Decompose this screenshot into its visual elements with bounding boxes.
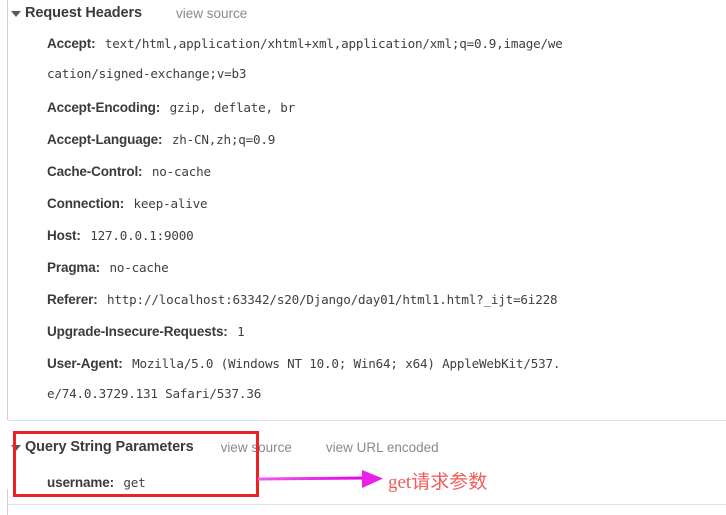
header-value: text/html,application/xhtml+xml,applicat…: [104, 36, 563, 51]
header-row-connection: Connection: keep-alive: [47, 196, 208, 212]
view-source-link-query-string[interactable]: view source: [221, 440, 292, 455]
header-name: Cache-Control:: [47, 164, 143, 179]
section-divider-bottom: [8, 504, 726, 505]
chevron-down-icon[interactable]: [11, 11, 21, 17]
header-value: keep-alive: [133, 196, 208, 211]
header-name: Connection:: [47, 196, 125, 211]
view-source-link-request-headers[interactable]: view source: [176, 6, 247, 21]
header-value: no-cache: [109, 260, 169, 275]
header-value: http://localhost:63342/s20/Django/day01/…: [107, 292, 558, 307]
header-row-cache-control: Cache-Control: no-cache: [47, 164, 211, 180]
header-name: Accept:: [47, 36, 96, 51]
header-row-user-agent: User-Agent: Mozilla/5.0 (Windows NT 10.0…: [47, 356, 560, 372]
header-name: Host:: [47, 228, 81, 243]
header-name: Accept-Encoding:: [47, 100, 161, 115]
header-value: 1: [237, 324, 245, 339]
section-header-query-string-parameters[interactable]: Query String Parameters view source view…: [0, 434, 439, 460]
header-value: zh-CN,zh;q=0.9: [171, 132, 276, 147]
chevron-down-icon[interactable]: [11, 445, 21, 451]
header-value: Mozilla/5.0 (Windows NT 10.0; Win64; x64…: [132, 356, 561, 371]
section-title-query-string-parameters: Query String Parameters: [25, 439, 194, 455]
indent-guide-lower: [7, 489, 8, 515]
section-header-request-headers[interactable]: Request Headers view source: [0, 0, 247, 26]
query-param-row-username: username: get: [47, 475, 146, 491]
header-row-accept-language: Accept-Language: zh-CN,zh;q=0.9: [47, 132, 275, 148]
section-divider-top: [8, 420, 726, 421]
indent-guide-upper: [7, 0, 8, 420]
section-title-request-headers: Request Headers: [25, 5, 142, 21]
network-request-headers-panel: Request Headers view source Accept: text…: [0, 0, 726, 515]
view-url-encoded-link[interactable]: view URL encoded: [326, 440, 439, 455]
query-param-name: username:: [47, 475, 114, 490]
header-row-host: Host: 127.0.0.1:9000: [47, 228, 194, 244]
header-value-continuation-accept: cation/signed-exchange;v=b3: [47, 66, 247, 81]
header-row-referer: Referer: http://localhost:63342/s20/Djan…: [47, 292, 558, 308]
header-name: User-Agent:: [47, 356, 123, 371]
header-row-accept: Accept: text/html,application/xhtml+xml,…: [47, 36, 563, 52]
header-value: no-cache: [151, 164, 211, 179]
header-value: 127.0.0.1:9000: [90, 228, 194, 243]
header-value-continuation-user-agent: e/74.0.3729.131 Safari/537.36: [47, 386, 262, 401]
query-param-value: get: [123, 475, 146, 490]
header-row-pragma: Pragma: no-cache: [47, 260, 169, 276]
header-name: Accept-Language:: [47, 132, 163, 147]
header-name: Pragma:: [47, 260, 100, 275]
header-row-accept-encoding: Accept-Encoding: gzip, deflate, br: [47, 100, 295, 116]
header-name: Referer:: [47, 292, 98, 307]
header-name: Upgrade-Insecure-Requests:: [47, 324, 228, 339]
header-row-upgrade-insecure-requests: Upgrade-Insecure-Requests: 1: [47, 324, 245, 340]
header-value: gzip, deflate, br: [169, 100, 296, 115]
